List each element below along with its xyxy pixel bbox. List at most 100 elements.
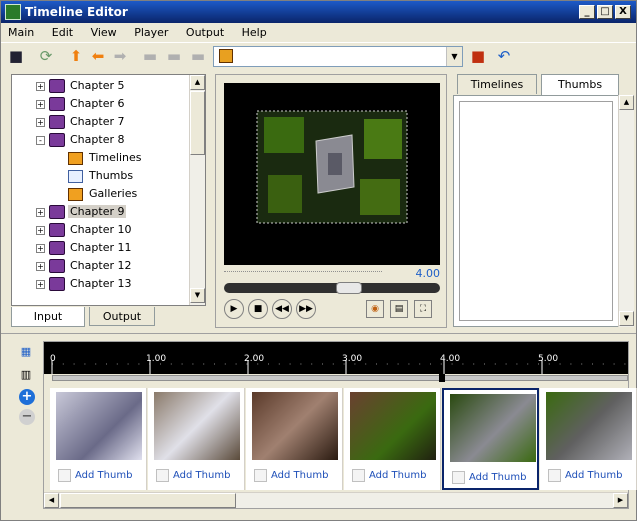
up-arrow-icon[interactable]: ⬆	[67, 47, 85, 65]
copy-icon[interactable]: ▬	[189, 47, 207, 65]
zoom-in-icon[interactable]: +	[19, 389, 35, 405]
menu-output[interactable]: Output	[179, 23, 231, 42]
add-thumb-link[interactable]: Add Thumb	[75, 469, 132, 482]
menu-help[interactable]: Help	[235, 23, 274, 42]
refresh-icon[interactable]: ⟳	[37, 47, 55, 65]
thumbs-list	[459, 101, 613, 321]
thumb-image	[450, 394, 536, 462]
thumb-card[interactable]: Add Thumb	[344, 388, 441, 490]
forward-arrow-icon[interactable]: ➡	[111, 47, 129, 65]
scroll-down-icon[interactable]: ▼	[619, 311, 634, 326]
thumb-checkbox[interactable]	[254, 469, 267, 482]
thumb-card[interactable]: Add Thumb	[246, 388, 343, 490]
thumb-card[interactable]: Add Thumb	[540, 388, 637, 490]
scroll-up-icon[interactable]: ▲	[619, 95, 634, 110]
undo-icon[interactable]: ↶	[495, 47, 513, 65]
open-folder-icon[interactable]: ▬	[165, 47, 183, 65]
expand-icon[interactable]: +	[36, 117, 45, 127]
expand-icon[interactable]: +	[36, 99, 45, 109]
menu-main[interactable]: Main	[1, 23, 41, 42]
save-icon[interactable]: ■	[7, 47, 25, 65]
seek-handle[interactable]	[336, 282, 362, 294]
tree-item[interactable]: + Chapter 9	[36, 203, 127, 221]
back-arrow-icon[interactable]: ⬅	[89, 47, 107, 65]
stop-icon[interactable]: ■	[248, 299, 268, 319]
thumb-card[interactable]: Add Thumb	[148, 388, 245, 490]
playhead-marker[interactable]	[439, 374, 445, 382]
scroll-right-icon[interactable]: ▶	[613, 493, 628, 508]
tab-input[interactable]: Input	[11, 307, 85, 327]
tree-item[interactable]: + Chapter 10	[36, 221, 133, 239]
snapshot-icon[interactable]: ◉	[366, 300, 384, 318]
expand-icon[interactable]: +	[36, 261, 45, 271]
tree-scrollbar[interactable]: ▲ ▼	[189, 75, 205, 305]
menu-player[interactable]: Player	[127, 23, 175, 42]
fullscreen-icon[interactable]: ⛶	[414, 300, 432, 318]
thumbs-panel	[453, 95, 619, 327]
minimize-button[interactable]: _	[579, 5, 595, 19]
close-button[interactable]: X	[615, 5, 631, 19]
play-icon[interactable]: ▶	[224, 299, 244, 319]
expand-icon[interactable]: +	[36, 225, 45, 235]
project-tree: + Chapter 5 + Chapter 6 + Chapter 7 - Chapter 8…	[11, 74, 206, 306]
scroll-left-icon[interactable]: ◀	[44, 493, 59, 508]
thumb-checkbox[interactable]	[548, 469, 561, 482]
video-frame	[224, 83, 440, 265]
seek-bar[interactable]	[224, 282, 440, 294]
new-folder-icon[interactable]: ▬	[141, 47, 159, 65]
scroll-up-icon[interactable]: ▲	[190, 75, 205, 90]
thumb-image	[252, 392, 338, 460]
expand-icon[interactable]: +	[36, 243, 45, 253]
position-track[interactable]	[52, 374, 628, 382]
rewind-icon[interactable]: ◀◀	[272, 299, 292, 319]
tree-item[interactable]: + Chapter 6	[36, 95, 126, 113]
tree-item[interactable]: Galleries	[68, 185, 139, 203]
tree-item[interactable]: Timelines	[68, 149, 144, 167]
thumb-card[interactable]: Add Thumb	[50, 388, 147, 490]
maximize-button[interactable]: □	[597, 5, 613, 19]
tab-output[interactable]: Output	[89, 307, 155, 326]
tab-timelines[interactable]: Timelines	[457, 74, 537, 94]
tree-item[interactable]: + Chapter 12	[36, 257, 133, 275]
expand-icon[interactable]: +	[36, 207, 45, 217]
tree-item[interactable]: Thumbs	[68, 167, 135, 185]
add-thumb-link[interactable]: Add Thumb	[173, 469, 230, 482]
scroll-thumb[interactable]	[60, 493, 236, 508]
thumb-checkbox[interactable]	[156, 469, 169, 482]
collapse-icon[interactable]: -	[36, 135, 45, 145]
timeline-scrollbar[interactable]: ◀ ▶	[44, 492, 628, 508]
time-ruler[interactable]: 0 1.00 2.00 3.00 4.00 5.00	[44, 342, 628, 374]
path-combo[interactable]: ▼	[213, 46, 463, 67]
ruler-label-5: 5.00	[538, 354, 559, 364]
add-thumb-link[interactable]: Add Thumb	[469, 471, 526, 484]
tree-item[interactable]: + Chapter 13	[36, 275, 133, 293]
fast-forward-icon[interactable]: ▶▶	[296, 299, 316, 319]
scroll-thumb[interactable]	[190, 91, 205, 155]
menu-view[interactable]: View	[84, 23, 124, 42]
tree-item[interactable]: + Chapter 7	[36, 113, 126, 131]
app-icon	[5, 4, 21, 20]
thumbs-scrollbar[interactable]: ▲ ▼	[618, 95, 634, 327]
expand-icon[interactable]: +	[36, 81, 45, 91]
zoom-out-icon[interactable]: −	[19, 409, 35, 425]
add-thumb-link[interactable]: Add Thumb	[369, 469, 426, 482]
thumb-checkbox[interactable]	[452, 471, 465, 484]
add-thumb-link[interactable]: Add Thumb	[565, 469, 622, 482]
add-marker-icon[interactable]: ▦	[17, 343, 35, 361]
tree-item[interactable]: + Chapter 5	[36, 77, 126, 95]
tree-item[interactable]: - Chapter 8	[36, 131, 126, 149]
chevron-down-icon[interactable]: ▼	[446, 47, 462, 66]
thumb-card[interactable]: Add Thumb	[442, 388, 539, 490]
timeline-icon[interactable]: ▥	[17, 366, 35, 384]
thumb-checkbox[interactable]	[352, 469, 365, 482]
menu-edit[interactable]: Edit	[45, 23, 80, 42]
tab-thumbs[interactable]: Thumbs	[541, 74, 619, 96]
expand-icon[interactable]: +	[36, 279, 45, 289]
add-project-icon[interactable]: ■	[469, 47, 487, 65]
add-thumb-link[interactable]: Add Thumb	[271, 469, 328, 482]
tree-item[interactable]: + Chapter 11	[36, 239, 133, 257]
layout-icon[interactable]: ▤	[390, 300, 408, 318]
splitter[interactable]	[1, 333, 636, 334]
thumb-checkbox[interactable]	[58, 469, 71, 482]
scroll-down-icon[interactable]: ▼	[190, 288, 205, 303]
